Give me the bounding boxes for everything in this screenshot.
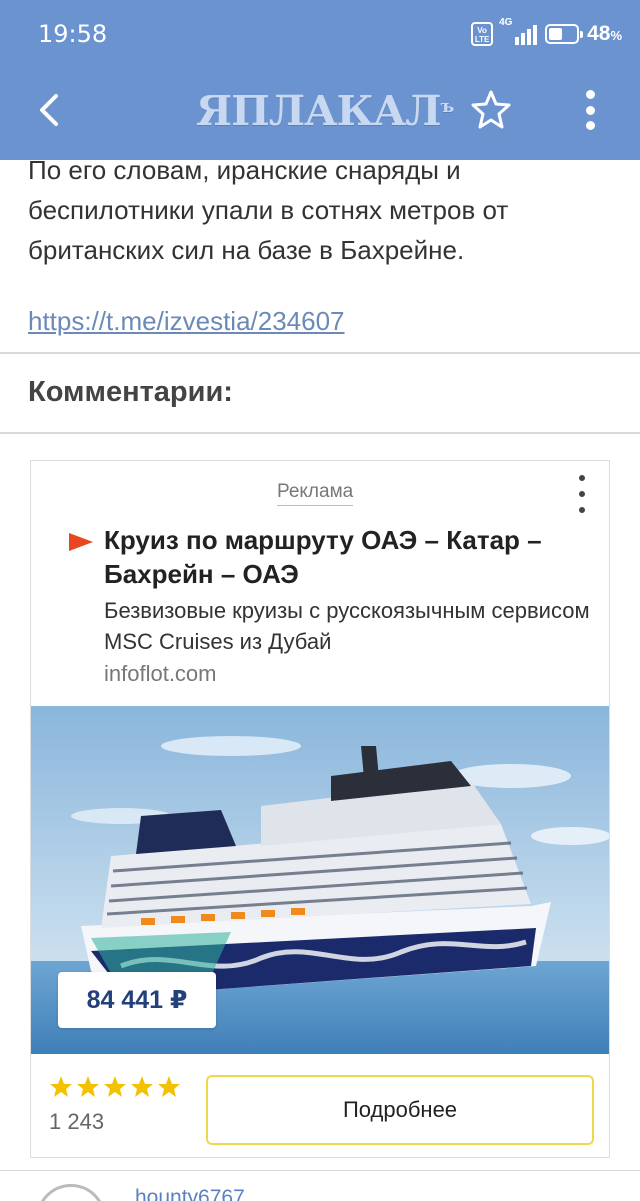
ad-domain: infoflot.com <box>104 661 217 686</box>
divider <box>0 432 640 434</box>
price-badge: 84 441 ₽ <box>58 972 216 1028</box>
comment-username[interactable]: hounty6767 <box>135 1186 245 1201</box>
article-text: По его словам, иранские снаряды и беспил… <box>28 155 509 265</box>
rating-stars <box>49 1075 181 1099</box>
chevron-left-icon[interactable] <box>30 90 70 130</box>
ad-card[interactable]: Реклама Круиз по маршруту ОАЭ – Катар – … <box>30 460 610 1158</box>
battery-icon <box>545 24 584 44</box>
star-icon <box>77 1076 99 1097</box>
play-icon <box>69 533 93 551</box>
ad-description: Безвизовые круизы с русскоязычным сервис… <box>104 598 590 654</box>
divider <box>0 352 640 354</box>
signal-icon: 4G <box>499 17 538 45</box>
ad-menu-icon[interactable] <box>577 475 587 513</box>
status-time: 19:58 <box>38 20 108 48</box>
network-type: 4G <box>499 17 513 28</box>
battery-percent: 48% <box>587 22 622 45</box>
comments-heading: Комментарии: <box>28 376 233 408</box>
ad-title[interactable]: Круиз по маршруту ОАЭ – Катар – Бахрейн … <box>104 523 599 591</box>
star-outline-icon[interactable] <box>470 88 512 130</box>
vertical-dots-icon[interactable] <box>574 86 606 134</box>
star-icon <box>131 1076 153 1097</box>
volte-icon: Vo LTE <box>471 22 494 46</box>
reviews-count: 1 243 <box>49 1109 105 1134</box>
star-icon <box>50 1076 72 1097</box>
status-icons: Vo LTE 4G 48% <box>471 17 622 46</box>
status-bar: 19:58 Vo LTE 4G 48% <box>0 0 640 70</box>
ad-label: Реклама <box>277 481 354 506</box>
next-comment: hounty6767 <box>0 1168 640 1201</box>
more-button[interactable]: Подробнее <box>206 1075 594 1145</box>
top-bar: 19:58 Vo LTE 4G 48% ЯПЛАКАЛъ <box>0 0 640 160</box>
star-icon <box>158 1076 180 1097</box>
article-link[interactable]: https://t.me/izvestia/234607 <box>28 306 345 337</box>
app-bar: ЯПЛАКАЛъ <box>0 70 640 160</box>
avatar[interactable] <box>36 1184 106 1201</box>
star-icon <box>104 1076 126 1097</box>
site-logo[interactable]: ЯПЛАКАЛъ <box>196 88 454 134</box>
